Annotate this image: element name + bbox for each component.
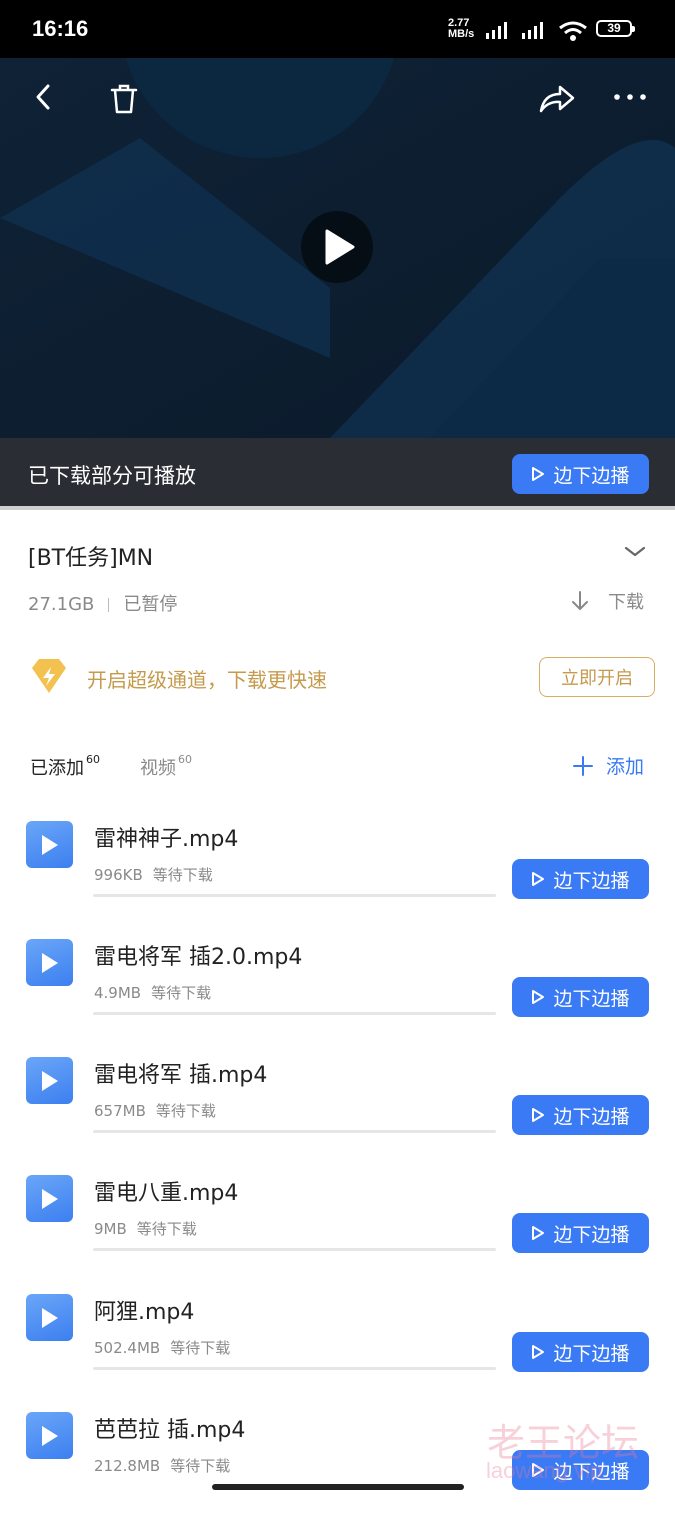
play-while-download-button[interactable]: 边下边播 [512,1095,649,1135]
play-icon [325,229,355,265]
video-file-icon [26,821,73,868]
file-meta: 657MB 等待下载 [94,1102,216,1120]
plus-icon [573,755,593,776]
play-while-download-button[interactable]: 边下边播 [512,1213,649,1253]
promo-text: 开启超级通道，下载更快速 [87,668,327,692]
play-outline-icon [532,1108,545,1122]
partial-download-text: 已下载部分可播放 [28,464,196,488]
file-meta: 4.9MB 等待下载 [94,984,212,1002]
file-name: 雷电将军 插2.0.mp4 [94,945,303,970]
file-name: 雷神神子.mp4 [94,827,239,852]
file-name: 芭芭拉 插.mp4 [94,1418,246,1443]
file-progress-bar [93,1248,496,1251]
task-title: [BT任务]MN [28,546,154,571]
file-meta: 212.8MB 等待下载 [94,1457,231,1475]
file-row[interactable]: 雷电八重.mp4 9MB 等待下载 边下边播 [0,1175,675,1293]
divider [108,598,110,612]
file-meta: 502.4MB 等待下载 [94,1339,231,1357]
video-file-icon [26,1057,73,1104]
trash-icon[interactable] [108,82,140,116]
chevron-down-icon[interactable] [622,544,648,560]
battery-icon: 39 [596,20,635,37]
play-while-download-button[interactable]: 边下边播 [512,1332,649,1372]
diamond-icon [32,659,66,693]
status-bar: 16:16 2.77 MB/s 39 [0,0,675,58]
video-file-icon [26,1412,73,1459]
status-time: 16:16 [32,16,89,41]
promo-enable-button[interactable]: 立即开启 [539,657,655,697]
video-file-icon [26,939,73,986]
play-outline-icon [532,872,545,886]
file-row[interactable]: 雷神神子.mp4 996KB 等待下载 边下边播 [0,821,675,939]
add-button[interactable]: 添加 [572,752,644,779]
video-preview[interactable] [0,58,675,438]
play-outline-icon [532,990,545,1004]
network-speed: 2.77 MB/s [448,17,475,40]
partial-download-bar: 已下载部分可播放 边下边播 [0,438,675,506]
task-size: 27.1GB [28,594,95,615]
tab-added[interactable]: 已添加 60 [30,753,100,780]
more-icon[interactable] [612,82,648,112]
task-meta: 27.1GB 已暂停 [28,590,177,616]
tab-video[interactable]: 视频 60 [140,753,192,780]
download-button[interactable]: 下载 [568,588,644,614]
watermark-url: laowang.vip [486,1458,603,1483]
play-outline-icon [532,1226,545,1240]
video-file-icon [26,1175,73,1222]
play-button[interactable] [301,211,373,283]
file-name: 阿狸.mp4 [94,1300,195,1325]
file-progress-bar [93,1012,496,1015]
play-while-download-button[interactable]: 边下边播 [512,977,649,1017]
play-outline-icon [532,1345,545,1359]
file-row[interactable]: 雷电将军 插.mp4 657MB 等待下载 边下边播 [0,1057,675,1175]
file-row[interactable]: 雷电将军 插2.0.mp4 4.9MB 等待下载 边下边播 [0,939,675,1057]
file-name: 雷电八重.mp4 [94,1181,239,1206]
play-while-download-button[interactable]: 边下边播 [512,859,649,899]
share-icon[interactable] [538,82,576,114]
signal-icon [522,22,543,39]
file-progress-bar [93,1130,496,1133]
wifi-icon [559,21,587,41]
play-while-download-button[interactable]: 边下边播 [512,454,649,494]
download-arrow-icon [572,591,588,610]
home-indicator[interactable] [212,1484,464,1490]
file-row[interactable]: 阿狸.mp4 502.4MB 等待下载 边下边播 [0,1294,675,1412]
video-file-icon [26,1294,73,1341]
play-outline-icon [532,467,545,481]
download-progress-bar [0,506,675,510]
signal-icon [486,22,507,39]
back-icon[interactable] [32,82,56,112]
file-progress-bar [93,1367,496,1370]
file-meta: 9MB 等待下载 [94,1220,197,1238]
task-status: 已暂停 [123,594,178,615]
file-progress-bar [93,894,496,897]
file-name: 雷电将军 插.mp4 [94,1063,268,1088]
file-meta: 996KB 等待下载 [94,866,213,884]
